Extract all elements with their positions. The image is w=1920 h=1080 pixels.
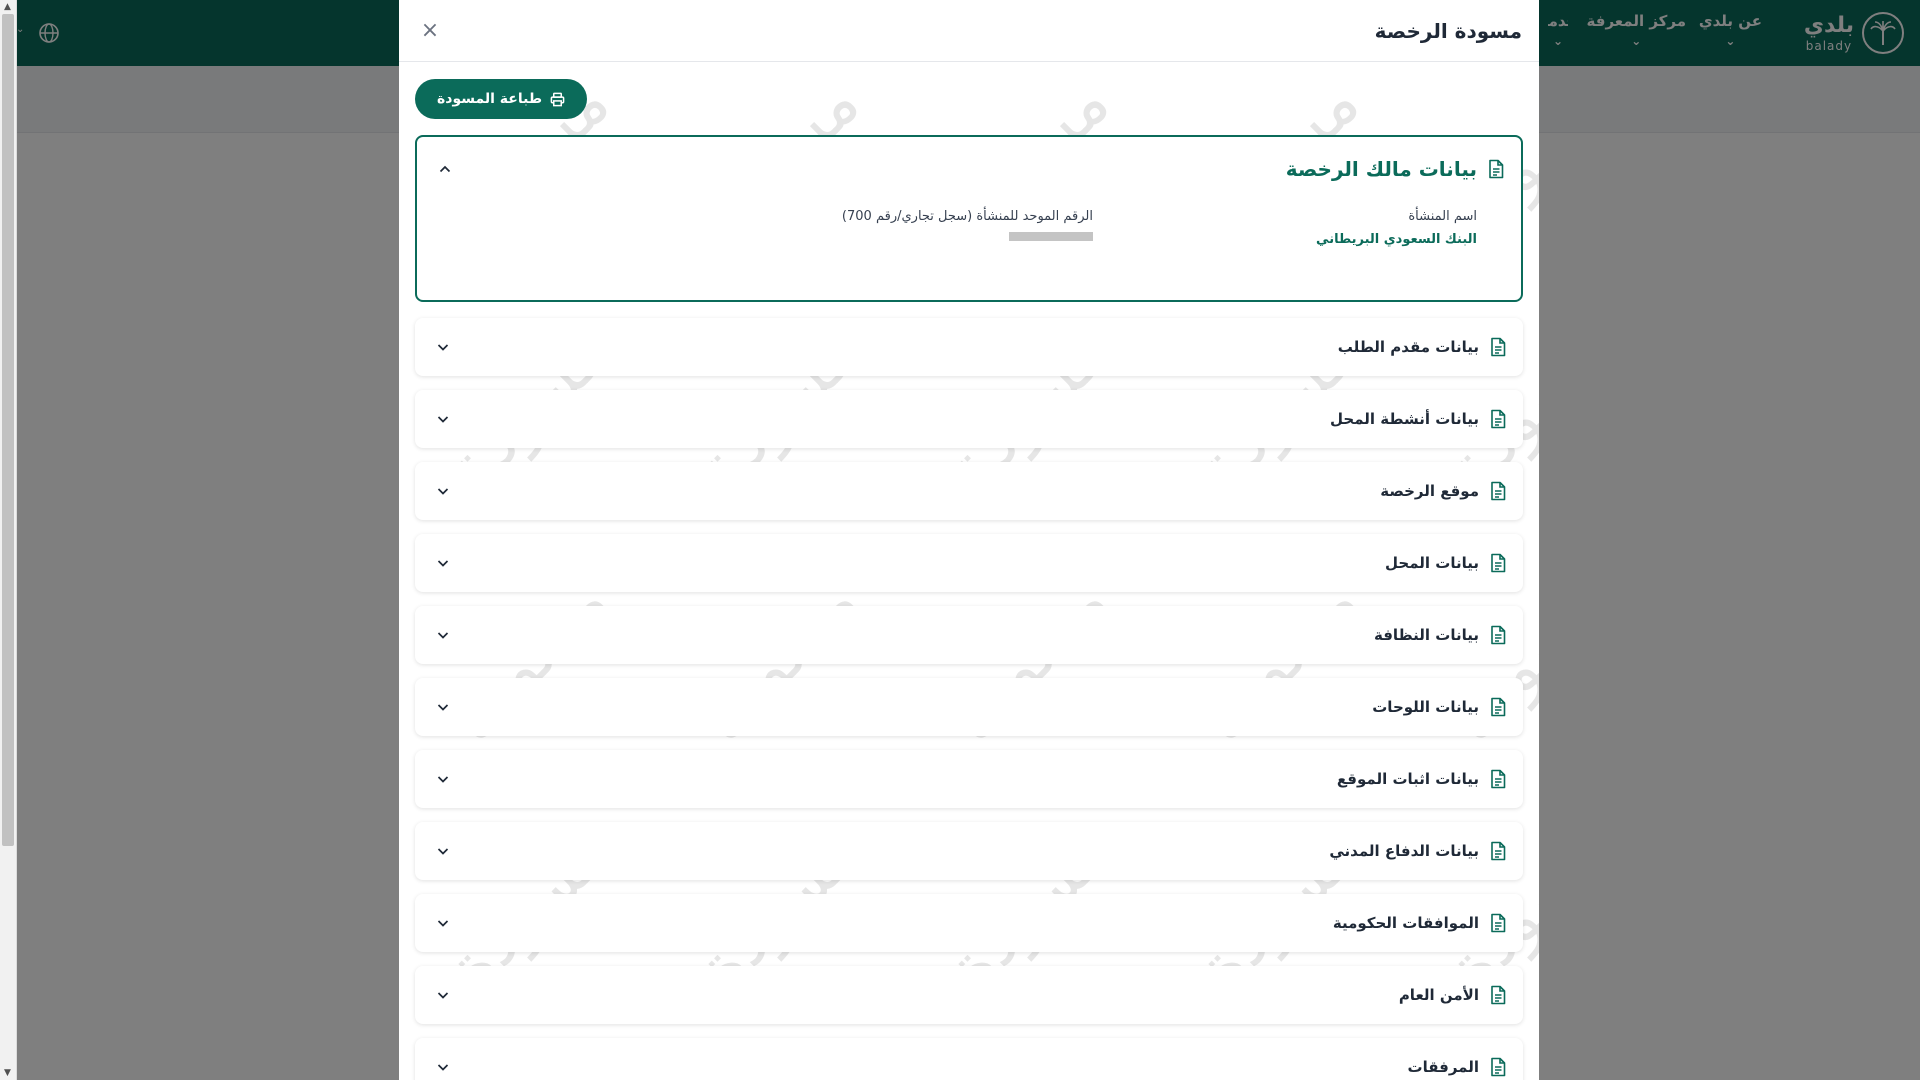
document-icon	[1489, 159, 1504, 179]
section-header[interactable]: بيانات الدفاع المدني	[415, 822, 1523, 880]
print-draft-label: طباعة المسودة	[437, 91, 542, 107]
document-icon	[1491, 697, 1506, 717]
document-icon	[1491, 625, 1506, 645]
accordion-section[interactable]: المرفقات	[415, 1038, 1523, 1080]
section-header[interactable]: بيانات اللوحات	[415, 678, 1523, 736]
section-license-owner[interactable]: بيانات مالك الرخصة اسم المنشأة البنك الس…	[415, 135, 1523, 302]
section-header[interactable]: الأمن العام	[415, 966, 1523, 1024]
chevron-up-icon[interactable]	[437, 161, 453, 177]
field-label: الرقم الموحد للمنشأة (سجل تجاري/رقم 700)	[841, 209, 1093, 224]
chevron-down-icon[interactable]	[435, 555, 451, 571]
redacted-value	[1009, 232, 1093, 241]
accordion-section[interactable]: الأمن العام	[415, 966, 1523, 1024]
chevron-down-icon[interactable]	[435, 771, 451, 787]
page-scrollbar[interactable]: ▲ ▼	[0, 0, 17, 1080]
chevron-down-icon[interactable]	[435, 339, 451, 355]
section-header[interactable]: بيانات اثبات الموقع	[415, 750, 1523, 808]
section-title: بيانات أنشطة المحل	[1330, 410, 1479, 428]
chevron-down-icon[interactable]	[435, 915, 451, 931]
field-unified-number: الرقم الموحد للمنشأة (سجل تجاري/رقم 700)	[709, 209, 1093, 247]
scrollbar-thumb[interactable]	[2, 14, 14, 846]
section-title: بيانات مالك الرخصة	[1285, 157, 1477, 181]
accordion-section[interactable]: بيانات أنشطة المحل	[415, 390, 1523, 448]
section-title: بيانات النظافة	[1373, 626, 1479, 644]
print-draft-button[interactable]: طباعة المسودة	[415, 79, 587, 119]
accordion-section[interactable]: بيانات النظافة	[415, 606, 1523, 664]
section-header[interactable]: بيانات المحل	[415, 534, 1523, 592]
printer-icon	[550, 92, 565, 106]
chevron-down-icon[interactable]	[435, 1059, 451, 1075]
document-icon	[1491, 769, 1506, 789]
section-header[interactable]: موقع الرخصة	[415, 462, 1523, 520]
modal-header: مسودة الرخصة ×	[399, 0, 1539, 62]
field-value: البنك السعودي البريطاني	[1316, 232, 1477, 247]
document-icon	[1491, 481, 1506, 501]
section-title: الأمن العام	[1398, 986, 1479, 1004]
field-label: اسم المنشأة	[1408, 209, 1477, 224]
section-title: الموافقات الحكومية	[1332, 914, 1479, 932]
accordion-section[interactable]: بيانات الدفاع المدني	[415, 822, 1523, 880]
section-title: بيانات اللوحات	[1372, 698, 1479, 716]
document-icon	[1491, 841, 1506, 861]
accordion-section[interactable]: الموافقات الحكومية	[415, 894, 1523, 952]
chevron-down-icon[interactable]	[435, 627, 451, 643]
accordion-section[interactable]: بيانات اللوحات	[415, 678, 1523, 736]
document-icon	[1491, 553, 1506, 573]
section-title: بيانات المحل	[1385, 554, 1479, 572]
chevron-down-icon[interactable]	[435, 411, 451, 427]
scroll-up-arrow-icon[interactable]: ▲	[4, 2, 11, 12]
section-header[interactable]: بيانات النظافة	[415, 606, 1523, 664]
close-icon[interactable]: ×	[416, 17, 444, 45]
section-header[interactable]: المرفقات	[415, 1038, 1523, 1080]
section-title: المرفقات	[1407, 1058, 1479, 1076]
section-header[interactable]: بيانات مالك الرخصة	[417, 137, 1521, 201]
accordion-section[interactable]: موقع الرخصة	[415, 462, 1523, 520]
owner-fields: اسم المنشأة البنك السعودي البريطاني الرق…	[417, 201, 1521, 247]
section-header[interactable]: الموافقات الحكومية	[415, 894, 1523, 952]
accordion-section[interactable]: بيانات مقدم الطلب	[415, 318, 1523, 376]
chevron-down-icon[interactable]	[435, 699, 451, 715]
accordion-section[interactable]: بيانات المحل	[415, 534, 1523, 592]
modal-title: مسودة الرخصة	[1374, 18, 1522, 43]
chevron-down-icon[interactable]	[435, 987, 451, 1003]
section-title: بيانات الدفاع المدني	[1329, 842, 1479, 860]
section-title: موقع الرخصة	[1380, 482, 1479, 500]
chevron-down-icon[interactable]	[435, 843, 451, 859]
section-title: بيانات اثبات الموقع	[1336, 770, 1479, 788]
document-icon	[1491, 337, 1506, 357]
section-header[interactable]: بيانات مقدم الطلب	[415, 318, 1523, 376]
field-establishment-name: اسم المنشأة البنك السعودي البريطاني	[1093, 209, 1477, 247]
document-icon	[1491, 913, 1506, 933]
chevron-down-icon[interactable]	[435, 483, 451, 499]
license-draft-modal: مسودة مسودة الرخصة × طباعة المسودة	[399, 0, 1539, 1080]
document-icon	[1491, 1057, 1506, 1077]
section-title: بيانات مقدم الطلب	[1337, 338, 1479, 356]
section-header[interactable]: بيانات أنشطة المحل	[415, 390, 1523, 448]
document-icon	[1491, 409, 1506, 429]
accordion-section[interactable]: بيانات اثبات الموقع	[415, 750, 1523, 808]
scroll-down-arrow-icon[interactable]: ▼	[4, 1068, 11, 1078]
document-icon	[1491, 985, 1506, 1005]
